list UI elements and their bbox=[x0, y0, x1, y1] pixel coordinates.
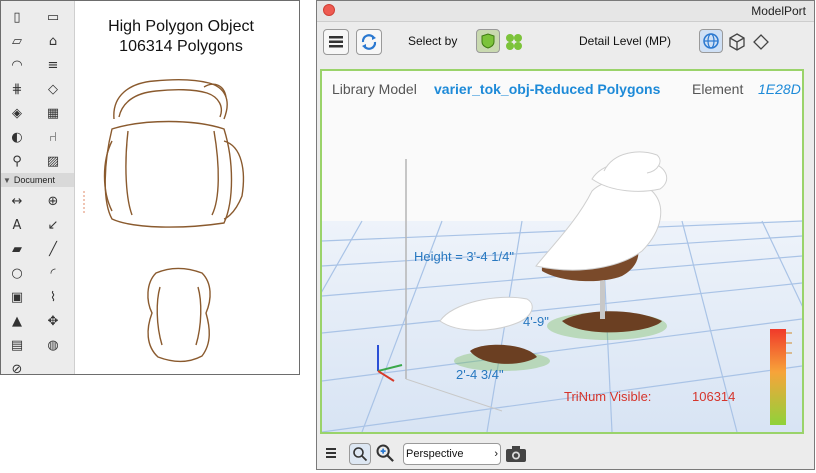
stair-tool-icon[interactable]: ≡ bbox=[41, 55, 65, 75]
magnifier-icon bbox=[353, 447, 368, 462]
camera-icon bbox=[506, 446, 526, 462]
modelport-bottom-bar: Perspective › bbox=[317, 437, 814, 469]
mesh-tool-icon[interactable]: ◇ bbox=[41, 79, 65, 99]
chair-plan-symbol[interactable] bbox=[103, 78, 245, 363]
chair-plan-drawing[interactable] bbox=[74, 1, 300, 374]
worksheet-tool-icon[interactable]: ⊘ bbox=[5, 359, 29, 379]
document-header-label: Document bbox=[13, 175, 55, 185]
zone-tool-icon[interactable]: ◐ bbox=[5, 127, 29, 147]
view-mode-value: Perspective bbox=[406, 448, 464, 460]
shell-tool-icon[interactable]: ◠ bbox=[5, 55, 29, 75]
disclosure-triangle-icon[interactable]: ▼ bbox=[3, 176, 11, 185]
zoom-in-button[interactable] bbox=[375, 443, 397, 465]
snapshot-button[interactable] bbox=[504, 443, 528, 465]
plan-window: ▯ ▭ ▱ ⌂ ◠ ≡ ⋕ ◇ ◈ ▦ ◐ ⑁ ⚲ ▨ ▼ Document ↔ ⊕ A ↙ ▰ ╱ ○ ◜ ▣ ⌇ ▲ ✥ ▤ ◍ ⊘… bbox=[0, 0, 300, 377]
select-by-group-button[interactable] bbox=[504, 32, 524, 52]
width-dimension-label: 2'-4 3/4" bbox=[456, 367, 504, 382]
modelport-titlebar[interactable]: ModelPort bbox=[317, 1, 814, 22]
railing-tool-icon[interactable]: ⋕ bbox=[5, 79, 29, 99]
slab-tool-icon[interactable]: ▱ bbox=[5, 31, 29, 51]
object-tool-icon[interactable]: ⑁ bbox=[41, 127, 65, 147]
detail-level-full-button[interactable] bbox=[699, 29, 723, 53]
section-marker-icon[interactable]: ▲ bbox=[5, 311, 29, 331]
clover-icon bbox=[506, 34, 522, 50]
window-title: ModelPort bbox=[751, 4, 806, 18]
level-dimension-tool-icon[interactable]: ⊕ bbox=[41, 191, 65, 211]
lamp-tool-icon[interactable]: ⚲ bbox=[5, 151, 29, 171]
terrain-tool-icon[interactable]: ▨ bbox=[41, 151, 65, 171]
list-icon bbox=[329, 36, 343, 48]
drawing-tool-icon[interactable]: ▤ bbox=[5, 335, 29, 355]
chevron-right-icon: › bbox=[494, 448, 498, 460]
polyline-tool-icon[interactable]: ⌇ bbox=[41, 287, 65, 307]
element-label: Element bbox=[692, 81, 744, 97]
figure-tool-icon[interactable]: ▣ bbox=[5, 287, 29, 307]
lod-color-scale bbox=[770, 329, 786, 425]
detail-level-box-button[interactable] bbox=[727, 32, 747, 52]
label-tool-icon[interactable]: ↙ bbox=[41, 215, 65, 235]
column-tool-icon[interactable]: ▯ bbox=[5, 7, 29, 27]
view-mode-select[interactable]: Perspective › bbox=[403, 443, 501, 465]
shield-icon bbox=[481, 33, 495, 49]
select-by-label: Select by bbox=[408, 34, 458, 48]
beam-tool-icon[interactable]: ▭ bbox=[41, 7, 65, 27]
text-tool-icon[interactable]: A bbox=[5, 215, 29, 235]
modelport-window: ModelPort Select by Detail Level (MP) Li… bbox=[316, 0, 815, 470]
zoom-in-icon bbox=[376, 444, 394, 462]
zoom-fit-button[interactable] bbox=[349, 443, 371, 465]
chair-stem bbox=[600, 281, 605, 319]
globe-icon bbox=[703, 33, 719, 49]
depth-dimension-label: 4'-9" bbox=[523, 314, 549, 329]
line-tool-icon[interactable]: ╱ bbox=[41, 239, 65, 259]
document-section-header[interactable]: ▼ Document bbox=[1, 173, 74, 187]
curtain-wall-tool-icon[interactable]: ▦ bbox=[41, 103, 65, 123]
diamond-icon bbox=[753, 34, 769, 50]
hotspot-tool-icon[interactable]: ✥ bbox=[41, 311, 65, 331]
list-icon bbox=[326, 448, 336, 458]
options-menu-button[interactable] bbox=[323, 445, 339, 461]
trinum-visible-label: TriNum Visible: bbox=[564, 389, 652, 404]
fill-tool-icon[interactable]: ▰ bbox=[5, 239, 29, 259]
dimension-tool-icon[interactable]: ↔ bbox=[5, 191, 29, 211]
menu-list-button[interactable] bbox=[323, 29, 349, 55]
library-model-label: Library Model bbox=[332, 81, 417, 97]
toolbox-panel: ▯ ▭ ▱ ⌂ ◠ ≡ ⋕ ◇ ◈ ▦ ◐ ⑁ ⚲ ▨ ▼ Document ↔ ⊕ A ↙ ▰ ╱ ○ ◜ ▣ ⌇ ▲ ✥ ▤ ◍ ⊘ bbox=[1, 1, 75, 377]
chair-headrest-top bbox=[603, 151, 661, 174]
detail-tool-icon[interactable]: ◍ bbox=[41, 335, 65, 355]
arc-tool-icon[interactable]: ◜ bbox=[41, 263, 65, 283]
roof-tool-icon[interactable]: ⌂ bbox=[41, 31, 65, 51]
trinum-visible-value: 106314 bbox=[692, 389, 736, 404]
circle-tool-icon[interactable]: ○ bbox=[5, 263, 29, 283]
modelport-toolbar: Select by Detail Level (MP) bbox=[317, 22, 814, 62]
detail-level-label: Detail Level (MP) bbox=[579, 34, 672, 48]
3d-scene[interactable] bbox=[322, 71, 802, 432]
detail-level-simple-button[interactable] bbox=[751, 32, 771, 52]
cube-icon bbox=[729, 33, 745, 51]
morph-tool-icon[interactable]: ◈ bbox=[5, 103, 29, 123]
select-by-element-button[interactable] bbox=[476, 29, 500, 53]
library-model-name[interactable]: varier_tok_obj-Reduced Polygons bbox=[434, 81, 660, 97]
height-dimension-label: Height = 3'-4 1/4" bbox=[414, 249, 514, 264]
3d-viewport[interactable]: Library Model varier_tok_obj-Reduced Pol… bbox=[320, 69, 804, 434]
close-window-button[interactable] bbox=[323, 4, 335, 16]
refresh-button[interactable] bbox=[356, 29, 382, 55]
refresh-icon bbox=[361, 34, 377, 50]
element-id-value[interactable]: 1E28D bbox=[758, 81, 801, 97]
